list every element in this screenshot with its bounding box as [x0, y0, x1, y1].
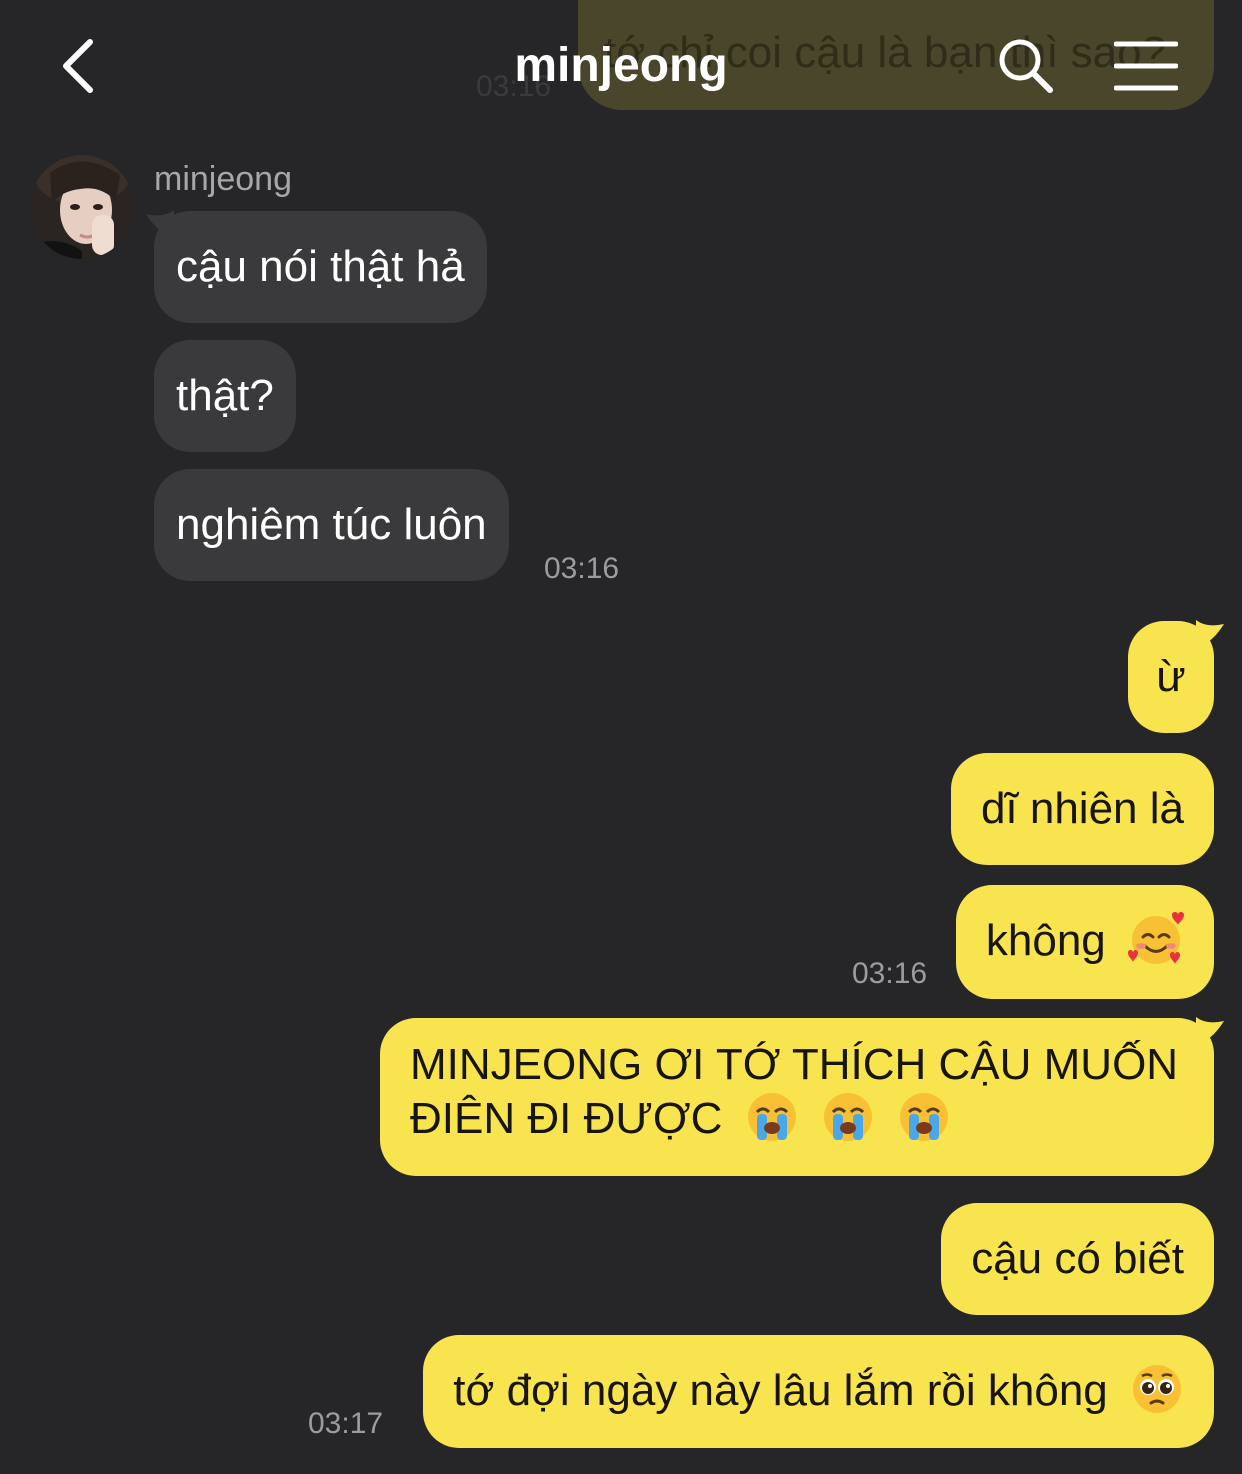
outgoing-message[interactable]: cậu có biết: [941, 1203, 1214, 1315]
outgoing-message[interactable]: ừ: [1128, 621, 1214, 733]
contact-avatar[interactable]: [30, 155, 134, 259]
message-text: thật?: [176, 371, 274, 420]
outgoing-message[interactable]: không: [955, 885, 1214, 1000]
message-text: tớ đợi ngày này lâu lắm rồi không: [453, 1366, 1108, 1415]
sender-name: minjeong: [154, 160, 292, 198]
scrolled-message-text: tớ chỉ coi cậu là bạn thì sao?: [604, 28, 1167, 77]
crying-emoji-group: [735, 1093, 951, 1143]
pleading-face-icon: [1133, 1365, 1181, 1414]
message-timestamp: 03:16: [544, 552, 620, 585]
incoming-message[interactable]: nghiêm túc luôn: [154, 469, 509, 581]
message-text: nghiêm túc luôn: [176, 500, 487, 549]
smiling-face-with-hearts-icon: [1128, 912, 1184, 965]
message-text: ừ: [1156, 652, 1186, 701]
incoming-message[interactable]: thật?: [154, 340, 296, 452]
incoming-message[interactable]: cậu nói thật hả: [154, 211, 487, 323]
message-text: dĩ nhiên là: [980, 784, 1184, 833]
back-arrow-icon[interactable]: [56, 36, 100, 96]
scrolled-message-time: 03:16: [476, 70, 552, 103]
outgoing-message[interactable]: dĩ nhiên là: [950, 753, 1214, 865]
loudly-crying-face-icon: [900, 1093, 949, 1142]
message-text: cậu có biết: [971, 1234, 1184, 1283]
message-text: không: [985, 916, 1106, 965]
chat-header: tớ chỉ coi cậu là bạn thì sao? 03:16 min…: [0, 0, 1242, 135]
search-icon[interactable]: [996, 36, 1056, 96]
loudly-crying-face-icon: [823, 1093, 872, 1142]
message-timestamp: 03:16: [852, 957, 928, 990]
outgoing-message[interactable]: MINJEONG ƠI TỚ THÍCH CẬU MUỐN ĐIÊN ĐI ĐƯ…: [380, 1018, 1214, 1177]
avatar-photo: [30, 155, 134, 259]
message-text: cậu nói thật hả: [176, 242, 465, 291]
outgoing-message[interactable]: tớ đợi ngày này lâu lắm rồi không: [423, 1335, 1214, 1449]
menu-icon[interactable]: [1114, 40, 1178, 92]
loudly-crying-face-icon: [747, 1093, 796, 1142]
message-timestamp: 03:17: [308, 1407, 384, 1440]
